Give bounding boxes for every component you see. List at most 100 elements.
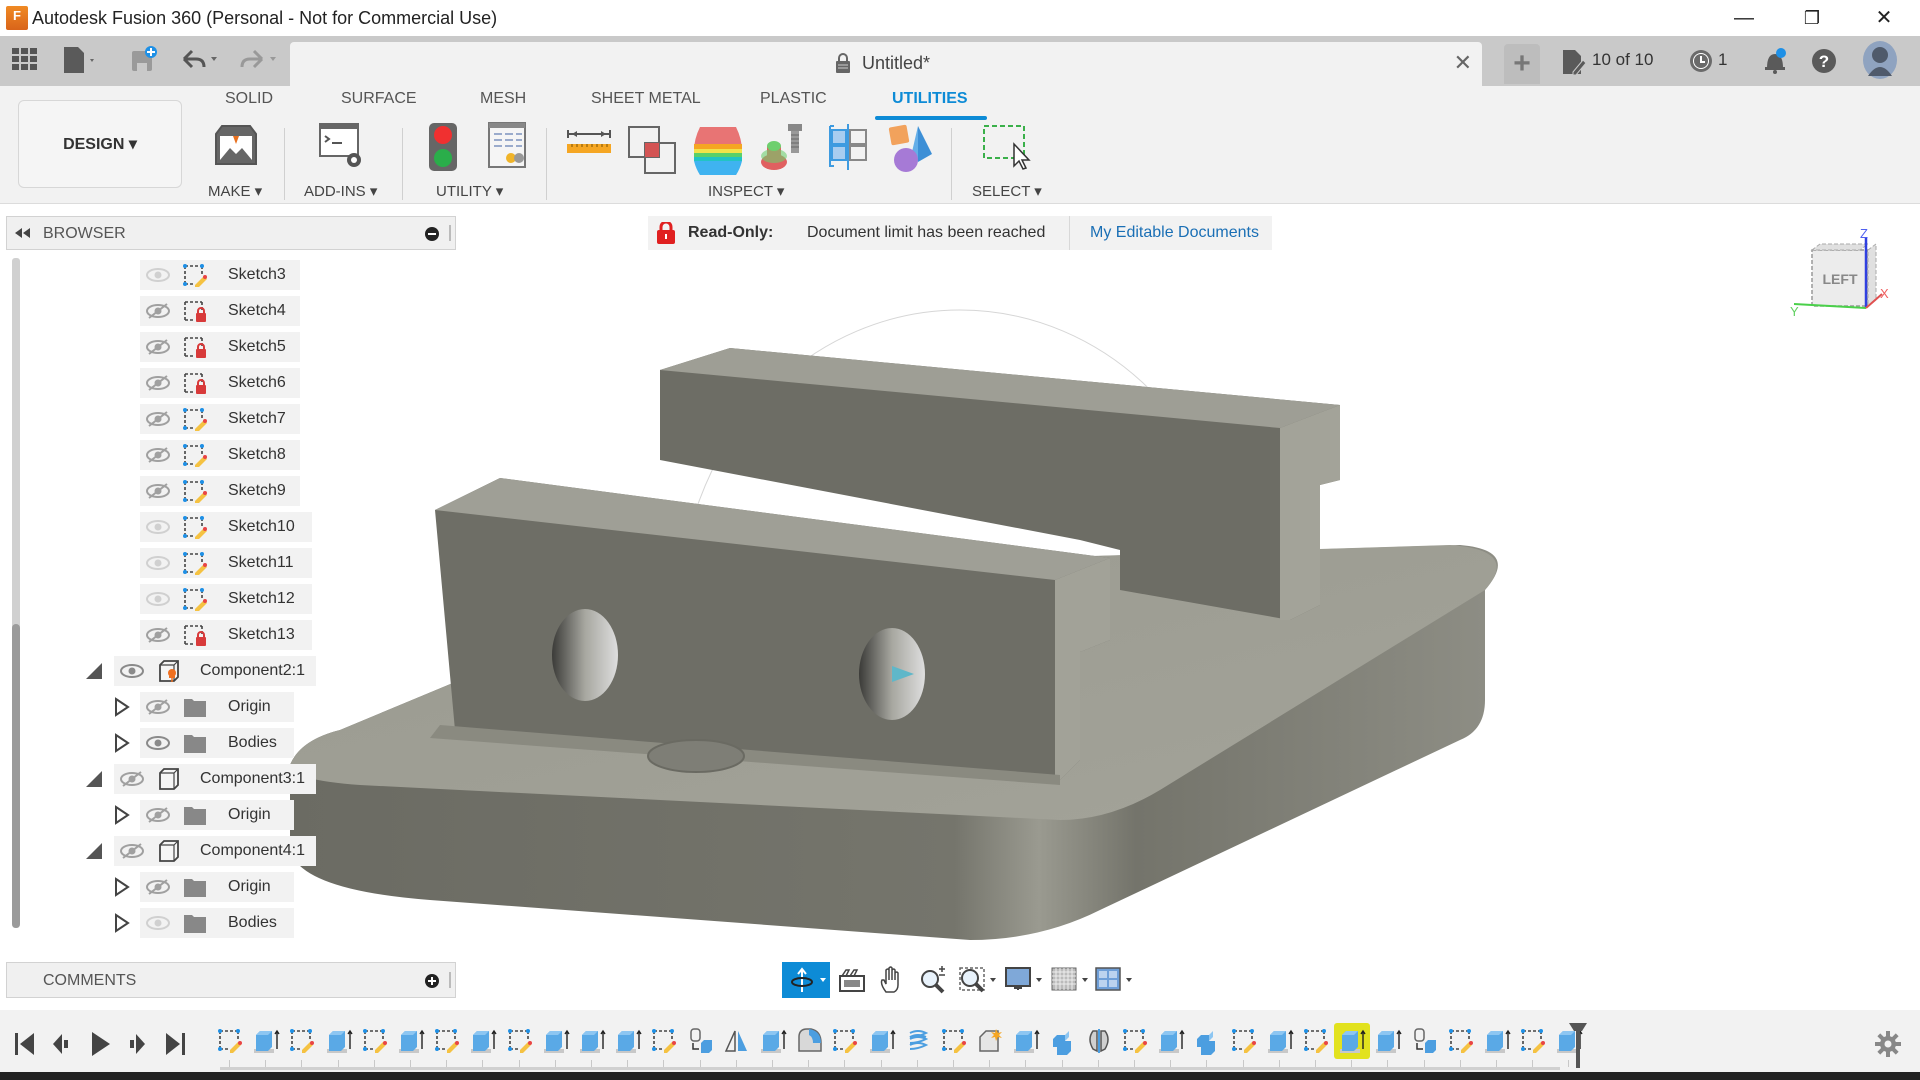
resize-handle[interactable] (449, 972, 451, 988)
tab-plastic[interactable]: PLASTIC (760, 90, 827, 108)
browser-item-sketch5[interactable]: Sketch5 (140, 332, 300, 362)
browser-item-origin[interactable]: Origin (140, 692, 294, 722)
timeline-sketch-icon[interactable] (1519, 1027, 1547, 1055)
pan-icon[interactable] (878, 966, 906, 994)
timeline-extrude-icon[interactable] (1266, 1027, 1294, 1055)
browser-item-component4-1[interactable]: Component4:1 (114, 836, 316, 866)
eye-visible-icon[interactable] (146, 265, 170, 285)
go-to-end-icon[interactable] (164, 1032, 186, 1056)
job-status-icon[interactable] (1688, 48, 1714, 74)
3d-model-viewport[interactable] (280, 260, 1540, 950)
interference-icon[interactable] (628, 126, 678, 176)
timeline-coil-icon[interactable] (904, 1027, 932, 1055)
timeline-sketch-icon[interactable] (940, 1027, 968, 1055)
fit-zoom-window-icon[interactable] (958, 966, 1000, 994)
timeline-extrude-icon[interactable] (1157, 1027, 1185, 1055)
timeline-sketch-icon[interactable] (288, 1027, 316, 1055)
notifications-bell-icon[interactable] (1762, 46, 1788, 76)
component-report-icon[interactable] (488, 122, 526, 168)
eye-hidden-icon[interactable] (120, 769, 144, 789)
timeline-move-icon[interactable] (687, 1027, 715, 1055)
collapsed-triangle-icon[interactable] (112, 877, 130, 897)
timeline-settings-gear-icon[interactable] (1874, 1030, 1902, 1058)
step-back-icon[interactable] (52, 1032, 74, 1056)
document-tab[interactable]: Untitled* ✕ (290, 42, 1482, 86)
utility-group[interactable]: UTILITY ▾ (436, 182, 503, 200)
timeline-sketch-icon[interactable] (506, 1027, 534, 1055)
view-cube[interactable]: LEFT Z X Y (1790, 228, 1910, 328)
browser-item-sketch6[interactable]: Sketch6 (140, 368, 300, 398)
eye-visible-icon[interactable] (146, 553, 170, 573)
browser-item-origin[interactable]: Origin (140, 872, 294, 902)
grid-icon[interactable] (12, 48, 38, 72)
timeline-extrude-icon[interactable] (252, 1027, 280, 1055)
close-window-button[interactable]: ✕ (1864, 4, 1904, 32)
display-settings-icon[interactable] (1004, 966, 1046, 994)
look-at-icon[interactable] (838, 967, 866, 993)
collapse-browser-icon[interactable] (15, 228, 31, 238)
curvature-analysis-icon[interactable] (694, 126, 742, 176)
browser-item-bodies[interactable]: Bodies (140, 908, 294, 938)
tab-sheet-metal[interactable]: SHEET METAL (591, 90, 701, 108)
redo-icon[interactable] (236, 47, 280, 73)
eye-visible-icon[interactable] (146, 589, 170, 609)
browser-item-sketch7[interactable]: Sketch7 (140, 404, 300, 434)
select-box-icon[interactable] (980, 122, 1032, 174)
inspect-group[interactable]: INSPECT ▾ (708, 182, 784, 200)
eye-visible-icon[interactable] (120, 661, 144, 681)
eye-hidden-icon[interactable] (146, 481, 170, 501)
browser-scrollbar-thumb[interactable] (12, 624, 20, 928)
eye-visible-icon[interactable] (146, 733, 170, 753)
new-tab-button[interactable]: + (1504, 44, 1540, 84)
3d-print-icon[interactable] (212, 122, 260, 168)
step-forward-icon[interactable] (126, 1032, 148, 1056)
eye-hidden-icon[interactable] (146, 409, 170, 429)
grid-settings-icon[interactable] (1050, 966, 1092, 994)
browser-item-component2-1[interactable]: Component2:1 (114, 656, 316, 686)
eye-hidden-icon[interactable] (120, 841, 144, 861)
my-editable-documents-link[interactable]: My Editable Documents (1090, 224, 1259, 242)
tab-mesh[interactable]: MESH (480, 90, 526, 108)
timeline-marker[interactable] (1568, 1022, 1588, 1070)
timeline-sketch-icon[interactable] (831, 1027, 859, 1055)
browser-item-sketch13[interactable]: Sketch13 (140, 620, 312, 650)
timeline-extrude-icon[interactable] (868, 1027, 896, 1055)
help-icon[interactable]: ? (1810, 47, 1838, 75)
browser-item-component3-1[interactable]: Component3:1 (114, 764, 316, 794)
timeline-extrude-icon[interactable] (469, 1027, 497, 1055)
go-to-start-icon[interactable] (14, 1032, 36, 1056)
timeline-extrude-icon[interactable] (542, 1027, 570, 1055)
eye-hidden-icon[interactable] (146, 625, 170, 645)
tab-solid[interactable]: SOLID (225, 90, 273, 108)
timeline-fillet-icon[interactable] (795, 1027, 823, 1055)
timeline-extrude-icon[interactable] (578, 1027, 606, 1055)
workspace-switcher[interactable]: DESIGN ▾ (18, 100, 182, 188)
timeline-extrude-icon[interactable] (1483, 1027, 1511, 1055)
timeline-move-icon[interactable] (1411, 1027, 1439, 1055)
tab-surface[interactable]: SURFACE (341, 90, 417, 108)
eye-hidden-icon[interactable] (146, 337, 170, 357)
user-avatar[interactable] (1862, 40, 1898, 80)
close-tab-button[interactable]: ✕ (1454, 50, 1472, 76)
section-analysis-icon[interactable] (826, 124, 870, 172)
add-comment-icon[interactable] (425, 974, 439, 988)
make-group[interactable]: MAKE ▾ (208, 182, 262, 200)
collapsed-triangle-icon[interactable] (112, 805, 130, 825)
collapsed-triangle-icon[interactable] (112, 733, 130, 753)
timeline-extrude-icon[interactable] (325, 1027, 353, 1055)
collapsed-triangle-icon[interactable] (112, 697, 130, 717)
undo-icon[interactable] (178, 47, 222, 73)
timeline-extrude-icon[interactable] (1374, 1027, 1402, 1055)
document-count[interactable]: 10 of 10 (1592, 50, 1653, 70)
file-icon[interactable] (62, 45, 98, 75)
expanded-triangle-icon[interactable] (84, 841, 102, 861)
eye-hidden-icon[interactable] (146, 445, 170, 465)
play-icon[interactable] (90, 1030, 112, 1058)
timeline-chamfer-icon[interactable] (976, 1027, 1004, 1055)
timeline-sketch-icon[interactable] (1447, 1027, 1475, 1055)
design-checks-traffic-light-icon[interactable] (428, 122, 458, 172)
timeline-mirror-icon[interactable] (723, 1027, 751, 1055)
viewports-icon[interactable] (1094, 966, 1136, 994)
timeline-sketch-icon[interactable] (1302, 1027, 1330, 1055)
browser-item-sketch12[interactable]: Sketch12 (140, 584, 312, 614)
